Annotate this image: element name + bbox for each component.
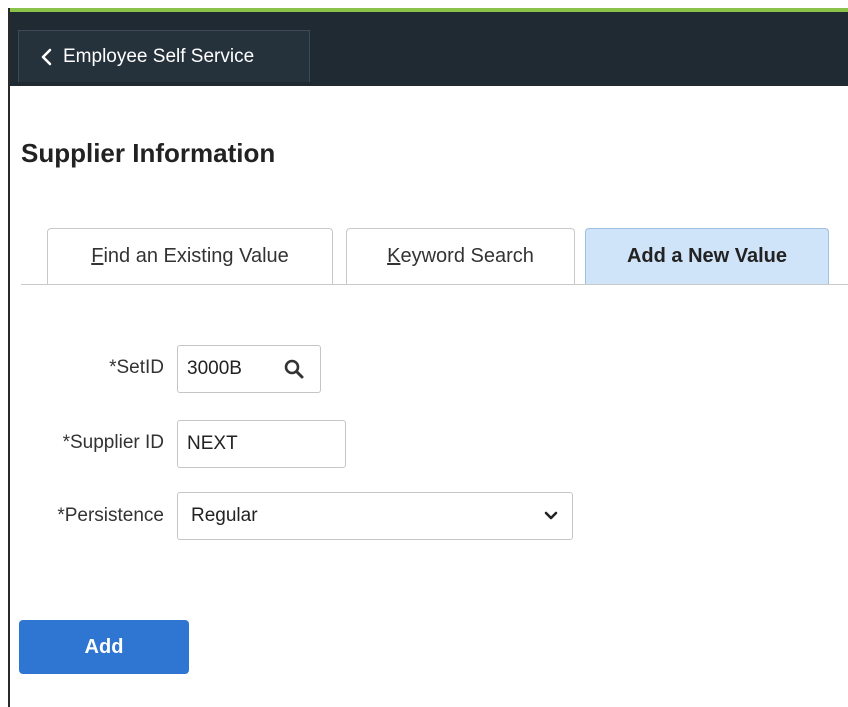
tab-add-new-value-label: Add a New Value [626,245,788,267]
tab-add-new-value[interactable]: Add a New Value [585,228,829,284]
tab-keyword-search-accesskey: K [387,245,401,267]
window-frame-edge [8,8,10,707]
setid-label: *SetID [109,357,164,378]
tab-keyword-search[interactable]: Keyword Search [346,228,575,284]
persistence-selected-value: Regular [191,505,258,526]
tab-find-existing-value-accesskey: F [91,245,104,267]
chevron-down-icon [544,511,558,521]
search-icon[interactable] [283,358,305,380]
search-mode-tabs: Find an Existing Value Keyword Search Ad… [21,228,848,285]
setid-field [177,345,321,393]
persistence-select[interactable]: Regular [177,492,573,540]
tab-find-existing-value-label: ind an Existing Value [103,245,289,267]
supplier-id-input[interactable] [178,433,345,455]
back-button-label: Employee Self Service [63,45,255,67]
back-to-employee-self-service-button[interactable]: Employee Self Service [18,30,310,82]
supplier-id-field [177,420,346,468]
persistence-label: *Persistence [57,505,164,526]
setid-input[interactable] [178,358,277,380]
add-button[interactable]: Add [19,620,189,674]
tab-keyword-search-label: eyword Search [400,245,534,267]
tab-find-existing-value[interactable]: Find an Existing Value [47,228,333,284]
chevron-left-icon [39,48,53,66]
top-navigation-bar: Employee Self Service [10,8,848,86]
page-title: Supplier Information [21,138,276,168]
supplier-id-label: *Supplier ID [62,432,164,453]
